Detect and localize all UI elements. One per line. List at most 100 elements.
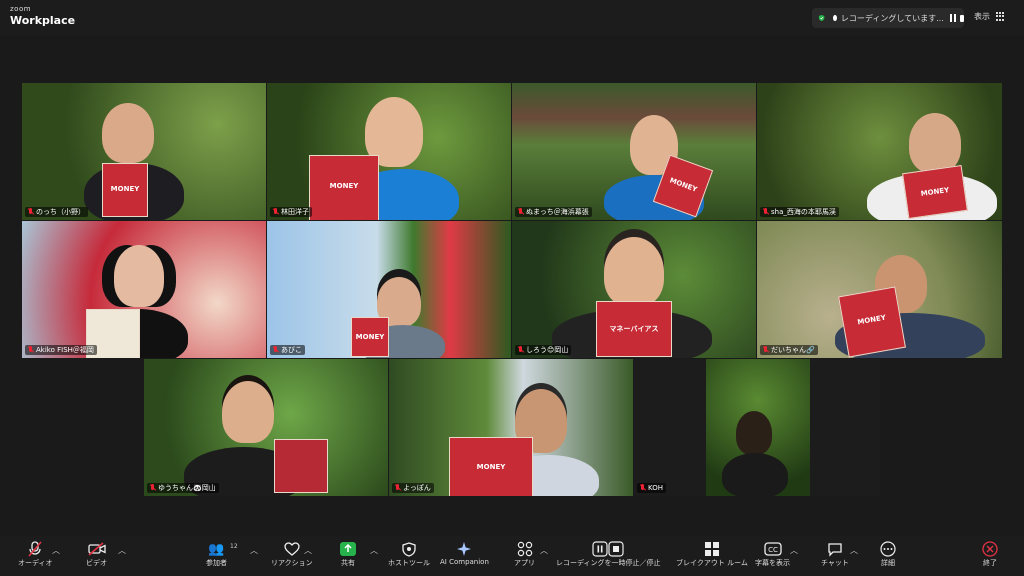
shield-icon	[402, 541, 416, 557]
participant-count: 12	[230, 543, 238, 550]
share-options-chevron-icon[interactable]: ︿	[370, 545, 378, 556]
captions-options-chevron-icon[interactable]: ︿	[790, 545, 798, 556]
participants-label: 参加者	[206, 559, 227, 567]
chat-label: チャット	[821, 559, 849, 567]
book-subtitle: マネーバイアス	[609, 324, 659, 333]
name-tag: だいちゃん🔗	[760, 345, 818, 355]
chat-icon	[828, 542, 842, 557]
pause-stop-icon	[592, 541, 624, 557]
participant-tile[interactable]: MONEY だいちゃん🔗	[757, 221, 1002, 358]
breakout-rooms-icon	[704, 542, 719, 556]
participant-name: KOH	[648, 484, 663, 492]
host-tools-button[interactable]: ホストツール	[388, 540, 430, 568]
mic-muted-icon	[639, 484, 646, 492]
reaction-options-chevron-icon[interactable]: ︿	[304, 545, 312, 556]
reaction-label: リアクション	[271, 559, 313, 567]
name-tag: KOH	[637, 483, 666, 493]
video-button[interactable]: ビデオ	[86, 540, 107, 568]
close-icon	[982, 541, 998, 557]
apps-options-chevron-icon[interactable]: ︿	[540, 545, 548, 556]
apps-icon	[517, 541, 532, 557]
video-off-icon	[87, 542, 106, 556]
pause-stop-recording-button[interactable]: レコーディングを一時停止／停止	[556, 540, 661, 568]
share-label: 共有	[341, 559, 355, 567]
book-title: MONEY	[856, 313, 887, 327]
participant-name: ゆうちゃん🐼岡山	[158, 484, 216, 492]
more-button[interactable]: 詳細	[880, 540, 896, 568]
ai-companion-label: AI Companion	[440, 558, 489, 566]
svg-text:CC: CC	[768, 546, 778, 554]
mic-muted-icon	[762, 346, 769, 354]
recording-status: レコーディングしています...	[840, 13, 944, 23]
video-label: ビデオ	[86, 559, 107, 567]
participant-tile[interactable]: MONEY ぬまっち＠海浜幕張	[512, 83, 756, 220]
audio-button[interactable]: オーディオ	[18, 540, 53, 568]
participant-tile[interactable]: MONEY のっち（小野）	[22, 83, 266, 220]
more-label: 詳細	[881, 559, 895, 567]
mic-muted-icon	[149, 484, 156, 492]
closed-captions-icon: CC	[763, 542, 782, 556]
participant-name: あびこ	[281, 346, 302, 354]
end-label: 終了	[983, 559, 997, 567]
name-tag: 林田洋子	[270, 207, 312, 217]
end-meeting-button[interactable]: 終了	[982, 540, 998, 568]
book-title: MONEY	[355, 333, 385, 342]
meeting-toolbar: オーディオ ︿ ビデオ ︿ 👥 参加者 12 ︿ リアクション ︿ 共有 ︿ ホ…	[0, 536, 1024, 576]
top-bar: zoom Workplace レコーディングしています... 表示	[0, 0, 1024, 36]
participants-button[interactable]: 👥 参加者	[206, 540, 227, 568]
participant-tile[interactable]: MONEY よっぽん	[389, 359, 633, 496]
book-title: MONEY	[668, 176, 699, 194]
chat-options-chevron-icon[interactable]: ︿	[850, 545, 858, 556]
participant-tile[interactable]: MONEY sha_西海の本耶馬渓	[757, 83, 1002, 220]
participant-tile[interactable]: KOH	[634, 359, 880, 496]
participant-name: Akiko FISH＠福岡	[36, 346, 94, 354]
breakout-rooms-label: ブレイクアウト ルーム	[676, 559, 748, 567]
mic-muted-icon	[27, 346, 34, 354]
heart-icon	[284, 542, 300, 556]
book-title: MONEY	[476, 462, 506, 471]
host-tools-label: ホストツール	[388, 559, 430, 567]
name-tag: よっぽん	[392, 483, 434, 493]
participant-tile[interactable]: Akiko FISH＠福岡	[22, 221, 266, 358]
name-tag: ゆうちゃん🐼岡山	[147, 483, 219, 493]
chat-button[interactable]: チャット	[821, 540, 849, 568]
book-title: MONEY	[920, 185, 950, 198]
sparkle-icon	[457, 542, 472, 556]
name-tag: しろう😊岡山	[515, 345, 572, 355]
zoom-logo: zoom Workplace	[10, 6, 75, 27]
share-button[interactable]: 共有	[340, 540, 356, 568]
ai-companion-button[interactable]: AI Companion	[440, 540, 489, 566]
view-button[interactable]: 表示	[974, 11, 1005, 22]
pause-recording-icon[interactable]	[949, 13, 956, 23]
participant-name: ぬまっち＠海浜幕張	[526, 208, 589, 216]
mic-muted-icon	[272, 346, 279, 354]
recording-dot-icon	[833, 15, 837, 21]
participant-tile-active-speaker[interactable]: マネーバイアス しろう😊岡山	[512, 221, 756, 358]
participant-tile[interactable]: MONEY 林田洋子	[267, 83, 511, 220]
book-title: MONEY	[110, 184, 140, 193]
mic-muted-icon	[394, 484, 401, 492]
book-title: MONEY	[329, 182, 359, 191]
video-options-chevron-icon[interactable]: ︿	[118, 545, 126, 556]
more-icon	[880, 541, 896, 557]
apps-button[interactable]: アプリ	[514, 540, 535, 568]
name-tag: ぬまっち＠海浜幕張	[515, 207, 592, 217]
mic-muted-icon	[517, 346, 524, 354]
stop-recording-icon[interactable]	[959, 14, 964, 22]
mic-muted-icon	[272, 208, 279, 216]
grid-icon	[996, 12, 1005, 21]
participant-name: だいちゃん🔗	[771, 346, 815, 354]
participant-tile[interactable]: ゆうちゃん🐼岡山	[144, 359, 388, 496]
participant-name: 林田洋子	[281, 208, 309, 216]
participant-tile[interactable]: MONEY あびこ	[267, 221, 511, 358]
name-tag: sha_西海の本耶馬渓	[760, 207, 839, 217]
mic-muted-icon	[27, 208, 34, 216]
captions-button[interactable]: CC 字幕を表示	[755, 540, 790, 568]
name-tag: Akiko FISH＠福岡	[25, 345, 97, 355]
participants-options-chevron-icon[interactable]: ︿	[250, 545, 258, 556]
breakout-rooms-button[interactable]: ブレイクアウト ルーム	[676, 540, 748, 568]
audio-options-chevron-icon[interactable]: ︿	[52, 545, 60, 556]
name-tag: のっち（小野）	[25, 207, 88, 217]
captions-label: 字幕を表示	[755, 559, 790, 567]
video-gallery: MONEY のっち（小野） MONEY 林田洋子 MONEY ぬまっち＠海浜幕張…	[0, 36, 1024, 536]
